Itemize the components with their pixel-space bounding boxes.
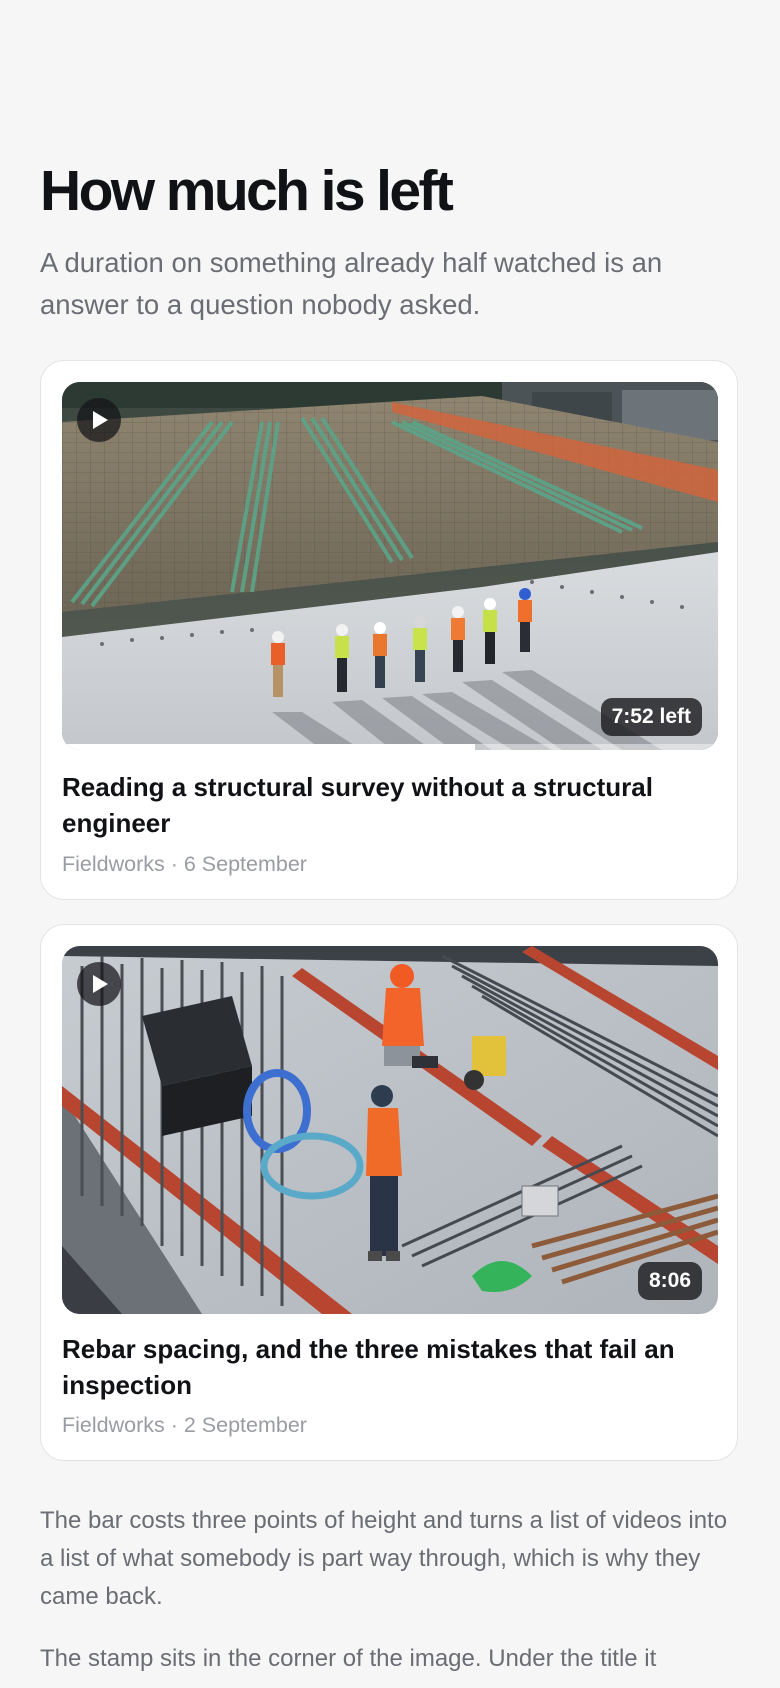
play-button[interactable] [77,962,121,1006]
rebar-site-image [62,946,718,1314]
video-title[interactable]: Rebar spacing, and the three mistakes th… [62,1331,722,1403]
video-meta: Fieldworks · 6 September [62,852,307,876]
play-icon [93,975,108,993]
video-card[interactable]: 7:52 left Reading a structural survey wi… [40,360,738,900]
video-card[interactable]: 8:06 Rebar spacing, and the three mistak… [40,924,738,1461]
watch-progress-bar [62,744,718,750]
video-thumbnail[interactable]: 8:06 [62,946,718,1314]
duration-stamp: 8:06 [637,1262,702,1300]
play-button[interactable] [77,398,121,442]
time-left-stamp: 7:52 left [600,698,702,736]
body-paragraph: The stamp sits in the corner of the imag… [40,1645,657,1672]
construction-site-image [62,382,718,750]
video-thumbnail[interactable]: 7:52 left [62,382,718,750]
watch-progress-fill [62,744,476,750]
page-title: How much is left [40,159,454,223]
video-meta: Fieldworks · 2 September [62,1413,307,1437]
page-intro: A duration on something already half wat… [40,247,663,320]
play-icon [93,411,108,429]
video-title[interactable]: Reading a structural survey without a st… [62,769,722,841]
body-paragraph: The bar costs three points of height and… [40,1507,728,1610]
